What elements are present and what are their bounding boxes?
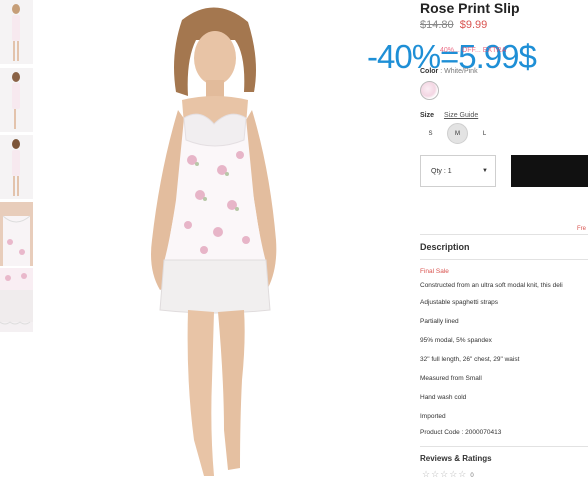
thumbnail-back[interactable]: [0, 135, 33, 199]
star-rating: ☆☆☆☆☆: [422, 469, 468, 479]
size-option-s[interactable]: S: [420, 123, 441, 144]
description-line: Adjustable spaghetti straps: [420, 299, 499, 306]
size-guide-link[interactable]: Size Guide: [444, 112, 478, 119]
add-to-bag-button[interactable]: [511, 155, 588, 187]
product-title: Rose Print Slip: [420, 0, 520, 16]
size-label: Size: [420, 112, 435, 119]
model-thumbnail-image: [0, 68, 33, 132]
main-product-image[interactable]: [100, 0, 330, 486]
hem-detail-image: [0, 268, 33, 332]
color-label: Color: [420, 68, 439, 75]
color-label-row: Color : White/Pink: [420, 68, 478, 75]
promo-text: 40%... OFF... EXTRA: [440, 47, 507, 54]
thumbnail-front[interactable]: [0, 0, 33, 64]
divider: [420, 259, 588, 260]
divider: [420, 446, 588, 447]
color-swatch-white-pink[interactable]: [420, 81, 439, 100]
size-option-m[interactable]: M: [447, 123, 468, 144]
reviews-heading: Reviews & Ratings: [420, 454, 492, 463]
divider: [420, 234, 588, 235]
description-line: 95% modal, 5% spandex: [420, 337, 492, 344]
description-heading: Description: [420, 242, 470, 252]
rating-stars-icon[interactable]: ☆☆☆☆☆ 0: [422, 469, 474, 480]
sale-price: $9.99: [459, 19, 488, 31]
description-line: Constructed from an ultra soft modal kni…: [420, 282, 563, 289]
product-code: Product Code : 2000070413: [420, 429, 502, 436]
price-row: $14.80 $9.99: [420, 19, 487, 31]
model-thumbnail-image: [0, 135, 33, 199]
description-line: Partially lined: [420, 318, 459, 325]
description-line: Final Sale: [420, 268, 449, 275]
size-option-l[interactable]: L: [474, 123, 495, 144]
lace-detail-image: [0, 202, 33, 266]
quantity-select[interactable]: Qty : 1 ▼: [420, 155, 496, 187]
thumbnail-detail-hem[interactable]: [0, 268, 33, 332]
description-line: Measured from Small: [420, 375, 482, 382]
chevron-down-icon: ▼: [482, 168, 488, 174]
model-photo-image: [100, 0, 330, 486]
size-label-row: Size Size Guide: [420, 112, 478, 119]
review-count: 0: [470, 473, 474, 479]
thumbnail-side[interactable]: [0, 68, 33, 132]
free-shipping-link[interactable]: Fre: [577, 226, 586, 232]
description-line: 32" full length, 26" chest, 29" waist: [420, 356, 520, 363]
description-line: Hand wash cold: [420, 394, 467, 401]
product-details-panel: Rose Print Slip $14.80 $9.99 40%... OFF.…: [420, 0, 588, 486]
original-price: $14.80: [420, 19, 454, 31]
description-line: Imported: [420, 413, 446, 420]
thumbnail-detail-top[interactable]: [0, 202, 33, 266]
quantity-label: Qty : 1: [431, 167, 452, 175]
color-value: : White/Pink: [440, 68, 478, 75]
model-thumbnail-image: [0, 0, 33, 64]
